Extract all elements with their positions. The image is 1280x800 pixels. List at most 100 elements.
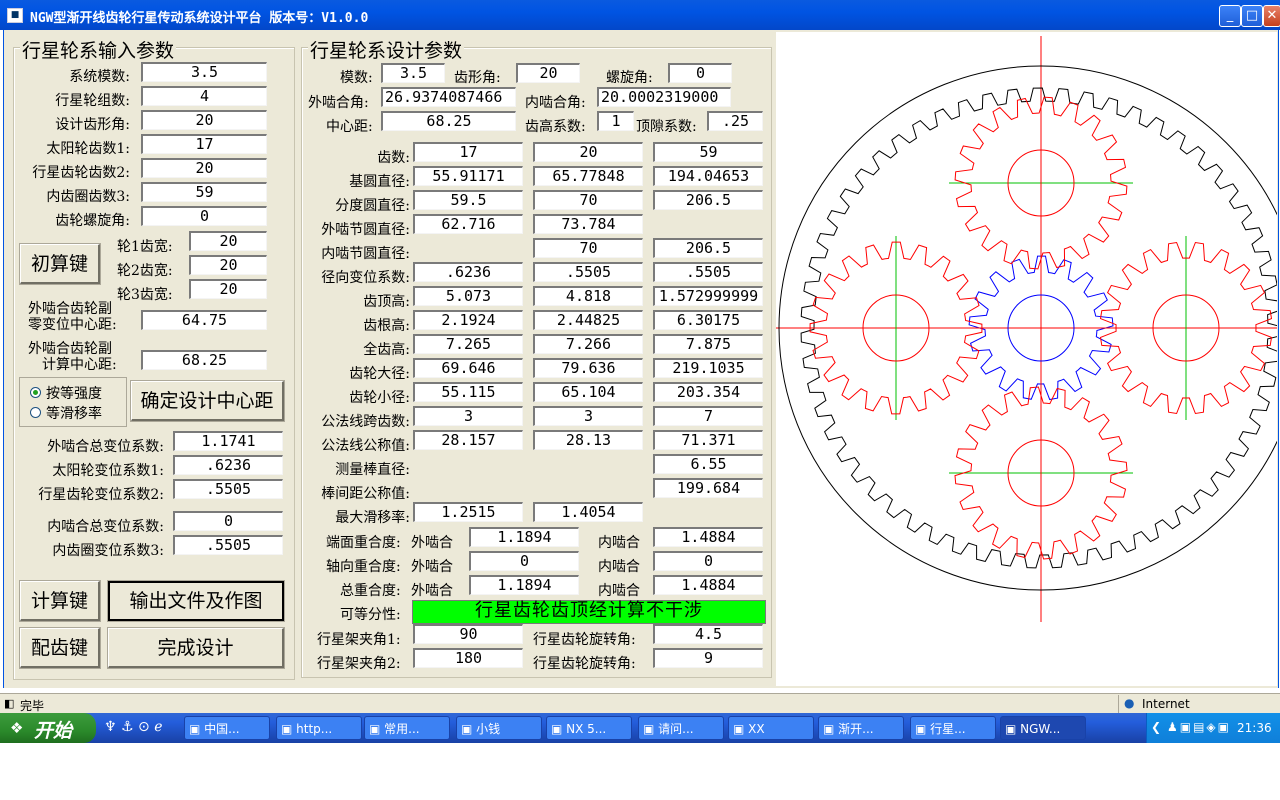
int-mesh-angle-field[interactable]: 20.0002319000 xyxy=(597,87,731,107)
design-cell-9-1[interactable]: 79.636 xyxy=(533,358,643,378)
taskbar-item-2[interactable]: ▣ 常用... xyxy=(364,716,450,740)
axial-ext-field[interactable]: 0 xyxy=(469,551,579,571)
radio-equal-strength[interactable] xyxy=(30,387,41,398)
design-cell-5-1[interactable]: .5505 xyxy=(533,262,643,282)
pressure-angle-field[interactable]: 20 xyxy=(516,63,580,83)
face-width-field-2[interactable]: 20 xyxy=(189,255,267,275)
design-cell-7-1[interactable]: 2.44825 xyxy=(533,310,643,330)
close-button[interactable]: ✕ xyxy=(1263,5,1280,27)
quick-launch-app3-icon[interactable]: ⊙ xyxy=(138,719,150,735)
design-cell-10-0[interactable]: 55.115 xyxy=(413,382,523,402)
design-cell-8-0[interactable]: 7.265 xyxy=(413,334,523,354)
design-cell-12-1[interactable]: 28.13 xyxy=(533,430,643,450)
design-cell-10-2[interactable]: 203.354 xyxy=(653,382,763,402)
quick-launch-ie-icon[interactable]: ℯ xyxy=(154,719,162,735)
quick-launch-app2-icon[interactable]: ⚓ xyxy=(121,719,134,735)
design-cell-6-2[interactable]: 1.572999999 xyxy=(653,286,763,306)
design-cell-3-1[interactable]: 73.784 xyxy=(533,214,643,234)
design-cell-0-2[interactable]: 59 xyxy=(653,142,763,162)
design-cell-4-1[interactable]: 70 xyxy=(533,238,643,258)
taskbar-item-5[interactable]: ▣ 请问... xyxy=(638,716,724,740)
design-cell-8-1[interactable]: 7.266 xyxy=(533,334,643,354)
shift-field-2[interactable]: .5505 xyxy=(173,479,283,499)
taskbar-item-0[interactable]: ▣ 中国... xyxy=(184,716,270,740)
design-cell-11-1[interactable]: 3 xyxy=(533,406,643,426)
radio-equal-slip[interactable] xyxy=(30,407,41,418)
calc-button[interactable]: 计算键 xyxy=(19,580,101,622)
design-cell-7-2[interactable]: 6.30175 xyxy=(653,310,763,330)
design-cell-5-0[interactable]: .6236 xyxy=(413,262,523,282)
input-field-2[interactable]: 20 xyxy=(141,110,267,130)
inner-shift-field-0[interactable]: 0 xyxy=(173,511,283,531)
axial-int-field[interactable]: 0 xyxy=(653,551,763,571)
total-int-field[interactable]: 1.4884 xyxy=(653,575,763,595)
design-cell-1-0[interactable]: 55.91171 xyxy=(413,166,523,186)
design-cell-14-2[interactable]: 199.684 xyxy=(653,478,763,498)
input-field-0[interactable]: 3.5 xyxy=(141,62,267,82)
design-cell-3-0[interactable]: 62.716 xyxy=(413,214,523,234)
design-cell-11-0[interactable]: 3 xyxy=(413,406,523,426)
taskbar-item-8[interactable]: ▣ 行星... xyxy=(910,716,996,740)
calc-init-button[interactable]: 初算键 xyxy=(19,243,101,285)
face-width-field-3[interactable]: 20 xyxy=(189,279,267,299)
design-cell-4-2[interactable]: 206.5 xyxy=(653,238,763,258)
design-cell-0-1[interactable]: 20 xyxy=(533,142,643,162)
tray-icons[interactable]: ♟▣▤◈▣ xyxy=(1167,720,1231,734)
helix-angle-field[interactable]: 0 xyxy=(668,63,732,83)
planet-rotation2-field[interactable]: 9 xyxy=(653,648,763,668)
zero-center-field[interactable]: 64.75 xyxy=(141,310,267,330)
design-cell-6-1[interactable]: 4.818 xyxy=(533,286,643,306)
design-cell-1-2[interactable]: 194.04653 xyxy=(653,166,763,186)
taskbar-item-4[interactable]: ▣ NX 5... xyxy=(546,716,632,740)
design-cell-13-2[interactable]: 6.55 xyxy=(653,454,763,474)
design-cell-2-0[interactable]: 59.5 xyxy=(413,190,523,210)
input-field-5[interactable]: 59 xyxy=(141,182,267,202)
design-cell-15-0[interactable]: 1.2515 xyxy=(413,502,523,522)
match-teeth-button[interactable]: 配齿键 xyxy=(19,627,101,669)
face-int-field[interactable]: 1.4884 xyxy=(653,527,763,547)
planet-rotation1-field[interactable]: 4.5 xyxy=(653,624,763,644)
input-field-4[interactable]: 20 xyxy=(141,158,267,178)
face-width-field-1[interactable]: 20 xyxy=(189,231,267,251)
design-cell-15-1[interactable]: 1.4054 xyxy=(533,502,643,522)
minimize-button[interactable]: _ xyxy=(1219,5,1241,27)
face-ext-field[interactable]: 1.1894 xyxy=(469,527,579,547)
maximize-button[interactable]: □ xyxy=(1241,5,1263,27)
taskbar-item-3[interactable]: ▣ 小钱 xyxy=(456,716,542,740)
inner-shift-field-1[interactable]: .5505 xyxy=(173,535,283,555)
taskbar-item-6[interactable]: ▣ XX xyxy=(728,716,814,740)
quick-launch-app1-icon[interactable]: ♆ xyxy=(104,719,117,735)
design-cell-2-1[interactable]: 70 xyxy=(533,190,643,210)
design-cell-0-0[interactable]: 17 xyxy=(413,142,523,162)
taskbar-item-9[interactable]: ▣ NGW... xyxy=(1000,716,1086,740)
design-cell-8-2[interactable]: 7.875 xyxy=(653,334,763,354)
tray-expand-icon[interactable]: ❮ xyxy=(1151,720,1161,734)
start-button[interactable]: ❖ 开始 xyxy=(0,713,96,743)
shift-field-1[interactable]: .6236 xyxy=(173,455,283,475)
finish-design-button[interactable]: 完成设计 xyxy=(107,627,285,669)
design-cell-6-0[interactable]: 5.073 xyxy=(413,286,523,306)
taskbar-item-1[interactable]: ▣ http... xyxy=(276,716,362,740)
input-field-3[interactable]: 17 xyxy=(141,134,267,154)
carrier-angle1-field[interactable]: 90 xyxy=(413,624,523,644)
input-field-1[interactable]: 4 xyxy=(141,86,267,106)
design-cell-9-2[interactable]: 219.1035 xyxy=(653,358,763,378)
design-cell-10-1[interactable]: 65.104 xyxy=(533,382,643,402)
calc-center-field[interactable]: 68.25 xyxy=(141,350,267,370)
design-cell-5-2[interactable]: .5505 xyxy=(653,262,763,282)
total-ext-field[interactable]: 1.1894 xyxy=(469,575,579,595)
addendum-coef-field[interactable]: 1 xyxy=(597,111,634,131)
design-cell-11-2[interactable]: 7 xyxy=(653,406,763,426)
design-cell-12-2[interactable]: 71.371 xyxy=(653,430,763,450)
clearance-coef-field[interactable]: .25 xyxy=(707,111,763,131)
shift-field-0[interactable]: 1.1741 xyxy=(173,431,283,451)
design-cell-12-0[interactable]: 28.157 xyxy=(413,430,523,450)
ext-mesh-angle-field[interactable]: 26.9374087466 xyxy=(381,87,516,107)
output-draw-button[interactable]: 输出文件及作图 xyxy=(107,580,285,622)
carrier-angle2-field[interactable]: 180 xyxy=(413,648,523,668)
design-cell-9-0[interactable]: 69.646 xyxy=(413,358,523,378)
module-field[interactable]: 3.5 xyxy=(381,63,445,83)
design-cell-2-2[interactable]: 206.5 xyxy=(653,190,763,210)
center-distance-field[interactable]: 68.25 xyxy=(381,111,516,131)
design-cell-1-1[interactable]: 65.77848 xyxy=(533,166,643,186)
